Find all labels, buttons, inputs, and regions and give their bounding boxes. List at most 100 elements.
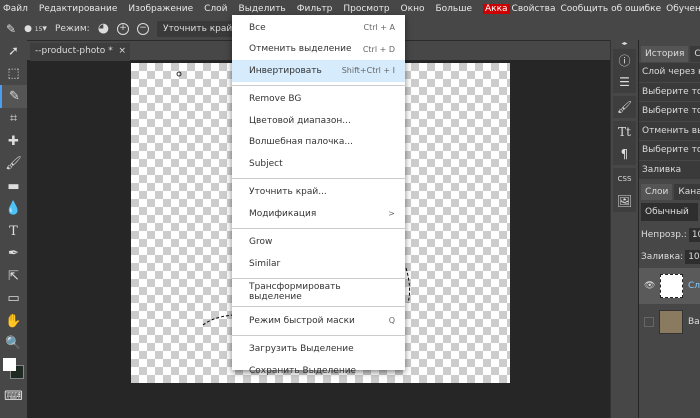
select-menu-item[interactable]: Уточнить край... (232, 182, 405, 204)
select-menu-item[interactable]: Grow (232, 232, 405, 254)
menu-link[interactable]: Обучение (666, 4, 700, 14)
zoom-tool-icon[interactable]: 🔍 (0, 333, 27, 356)
color-swatches[interactable] (0, 355, 27, 385)
mode-add-icon[interactable]: + (117, 22, 130, 35)
history-item[interactable]: Отменить вы (639, 121, 700, 140)
tab-history[interactable]: История (641, 46, 689, 62)
menu-item[interactable]: Выделить (239, 4, 286, 14)
css-icon[interactable]: CSS (618, 170, 632, 188)
marquee-tool-icon[interactable]: ⬚ (0, 63, 27, 86)
quick-select-tool-icon[interactable]: ✎ (0, 85, 27, 108)
menu-item[interactable]: Редактирование (39, 4, 118, 14)
brush-icon[interactable]: 🖌 (0, 153, 27, 176)
menu-item-label: Трансформировать выделение (249, 282, 341, 303)
pen-tool-icon[interactable]: ✒ (0, 243, 27, 266)
crop-tool-icon[interactable]: ⌗ (0, 108, 27, 131)
menu-item[interactable]: Больше (435, 4, 472, 14)
select-menu-item[interactable]: Сохранить Выделение (232, 360, 405, 382)
move-tool-icon[interactable]: ➚ (0, 40, 27, 63)
menu-item-shortcut: > (388, 209, 395, 219)
history-item[interactable]: Выберите то (639, 141, 700, 160)
collapse-handle-icon[interactable]: ◂▸ (611, 40, 638, 47)
account-button[interactable]: Акка (482, 3, 510, 14)
healing-tool-icon[interactable]: ✚ (0, 130, 27, 153)
menu-item-label: Уточнить край... (249, 187, 327, 198)
menu-item-label: Инвертировать (249, 65, 322, 76)
menu-item-label: Все (249, 22, 266, 33)
path-select-tool-icon[interactable]: ⇱ (0, 265, 27, 288)
refine-edge-button[interactable]: Уточнить край (157, 20, 239, 37)
image-icon[interactable]: 🖼 (617, 192, 632, 210)
select-menu-item[interactable]: Similar (232, 253, 405, 275)
menu-link[interactable]: Свойства (512, 4, 556, 14)
menu-item-label: Волшебная палочка... (249, 137, 353, 148)
brush-size-picker[interactable]: ● 15▾ (24, 24, 47, 34)
blend-mode-select[interactable]: Обычный (641, 203, 698, 221)
menu-item[interactable]: Фильтр (297, 4, 333, 14)
menu-item[interactable]: Окно (401, 4, 425, 14)
menu-item-label: Цветовой диапазон... (249, 115, 351, 126)
keyboard-icon[interactable]: ⌨ (0, 385, 27, 408)
menu-item-label: Subject (249, 158, 283, 169)
fill-input[interactable]: 100 (685, 250, 700, 264)
menu-separator (232, 334, 405, 336)
menu-item-shortcut: Shift+Ctrl + I (341, 66, 395, 76)
brush-tool-icon[interactable]: ✎ (6, 22, 16, 36)
paragraph-icon[interactable]: ¶ (621, 145, 629, 163)
select-menu-item[interactable]: Волшебная палочка... (232, 132, 405, 154)
menu-item-label: Режим быстрой маски (249, 315, 355, 326)
menu-separator (232, 177, 405, 179)
menu-item-shortcut: Ctrl + A (363, 23, 396, 33)
select-menu-item[interactable]: Все Ctrl + A (232, 17, 405, 39)
layer-row[interactable]: Ва (639, 304, 700, 340)
gradient-tool-icon[interactable]: ▬ (0, 175, 27, 198)
select-menu-item[interactable]: Отменить выделение Ctrl + D (232, 39, 405, 61)
select-menu-item[interactable]: Инвертировать Shift+Ctrl + I (232, 60, 405, 82)
menu-item-label: Similar (249, 258, 281, 269)
menu-item-shortcut: Ctrl + D (362, 44, 395, 54)
brush-settings-icon[interactable]: 🖌 (617, 98, 632, 116)
select-menu-item[interactable]: Режим быстрой маски Q (232, 310, 405, 332)
select-menu-item[interactable]: Модификация > (232, 203, 405, 225)
hand-tool-icon[interactable]: ✋ (0, 310, 27, 333)
menu-item[interactable]: Слой (204, 4, 227, 14)
menu-item-label: Сохранить Выделение (249, 365, 357, 376)
info-icon[interactable]: ⓘ (618, 51, 630, 69)
close-tab-icon[interactable]: × (118, 46, 126, 56)
blur-tool-icon[interactable]: 💧 (0, 198, 27, 221)
select-menu-item[interactable]: Subject (232, 153, 405, 175)
tab-swatches[interactable]: С (690, 46, 700, 62)
type-tool-icon[interactable]: T (0, 220, 27, 243)
menu-item[interactable]: Просмотр (343, 4, 389, 14)
tab-layers[interactable]: Слои (641, 184, 673, 200)
select-menu-item[interactable]: Remove BG (232, 89, 405, 111)
menu-item[interactable]: Файл (3, 4, 28, 14)
menu-item-label: Загрузить Выделение (249, 344, 354, 355)
history-item[interactable]: Слой через к (639, 63, 700, 82)
adjustments-icon[interactable]: ☰ (619, 73, 630, 91)
history-item[interactable]: Выберите то (639, 102, 700, 121)
select-menu-item[interactable]: Загрузить Выделение (232, 339, 405, 361)
select-menu-item[interactable]: Трансформировать выделение (232, 282, 405, 304)
shape-tool-icon[interactable]: ▭ (0, 288, 27, 311)
mode-subtract-icon[interactable]: − (137, 22, 150, 35)
history-item[interactable]: Выберите то (639, 82, 700, 101)
menu-item-label: Модификация (249, 208, 317, 219)
select-menu-item[interactable]: Цветовой диапазон... (232, 110, 405, 132)
menu-link[interactable]: Сообщить об ошибке (561, 4, 662, 14)
eye-icon[interactable]: 👁 (644, 281, 655, 291)
visibility-checkbox[interactable] (644, 317, 654, 327)
opacity-input[interactable]: 100 (688, 228, 700, 242)
foreground-color[interactable] (3, 358, 16, 371)
menu-item[interactable]: Изображение (128, 4, 193, 14)
menu-separator (232, 306, 405, 307)
layer-name: Сл (687, 281, 700, 291)
character-icon[interactable]: Tt (618, 123, 631, 141)
tools-panel: ➚ ⬚ ✎ ⌗ ✚ 🖌 ▬ 💧 T ✒ ⇱ ▭ ✋ 🔍 ⌨ (0, 40, 27, 418)
document-tab[interactable]: --product-photo * × (30, 43, 130, 61)
mode-new-icon[interactable]: ◕ (98, 21, 109, 36)
tab-channels[interactable]: Кана (674, 184, 700, 200)
modified-marker: * (108, 46, 113, 56)
layer-row[interactable]: 👁 Сл (639, 268, 700, 304)
history-item[interactable]: Заливка (639, 160, 700, 179)
